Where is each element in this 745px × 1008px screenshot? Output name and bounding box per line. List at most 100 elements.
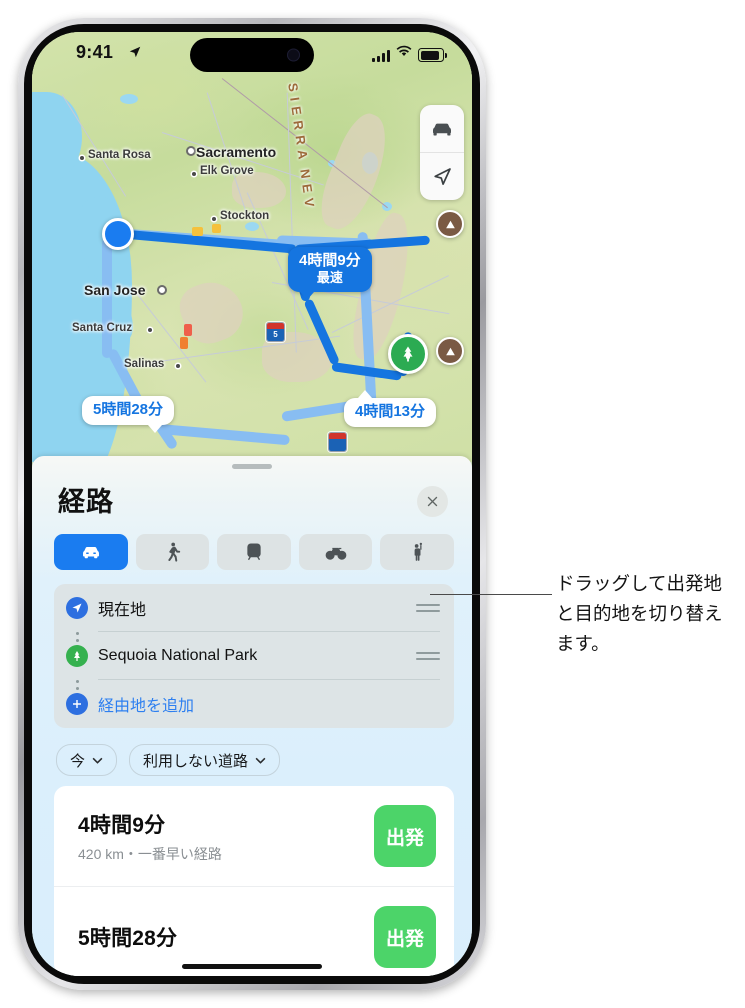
waypoint-label-destination: Sequoia National Park — [98, 647, 258, 664]
mountain-poi-icon[interactable] — [436, 337, 464, 365]
route-details: 420 km・一番早い経路 — [78, 845, 222, 862]
rideshare-person-icon — [414, 542, 423, 561]
cellular-bars-icon — [372, 50, 390, 62]
route-duration: 4時間9分 — [78, 813, 166, 837]
add-stop-row[interactable]: 経由地を追加 — [54, 680, 454, 728]
callout-duration: 4時間9分 — [299, 252, 361, 269]
tab-drive[interactable] — [54, 534, 128, 570]
city-dot — [157, 285, 167, 295]
route-callout-primary[interactable]: 4時間9分 最速 — [288, 247, 372, 300]
departure-time-dropdown[interactable]: 今 — [56, 744, 118, 776]
route-filters[interactable]: 今 利用しない道路 — [56, 744, 281, 776]
route-duration: 5時間28分 — [78, 927, 178, 950]
city-dot — [176, 364, 180, 368]
wifi-icon — [396, 44, 412, 62]
callout-tail — [300, 292, 314, 300]
park-tree-icon — [66, 645, 88, 667]
mountain-poi-icon[interactable] — [436, 210, 464, 238]
map-lake — [245, 222, 259, 231]
sheet-grabber[interactable] — [232, 464, 272, 469]
annotation-text: ドラッグして出発地と目的地を切り替えます。 — [556, 573, 723, 654]
waypoint-list[interactable]: 現在地 Sequoia National Park 経由地を追加 — [54, 584, 454, 728]
route-callout-alt-1[interactable]: 4時間13分 — [344, 390, 437, 427]
add-stop-label: 経由地を追加 — [98, 698, 195, 715]
chevron-down-icon — [255, 757, 266, 764]
callout-note: 最速 — [316, 270, 343, 285]
car-icon — [433, 123, 451, 135]
annotation-leader-line — [430, 594, 552, 596]
shield-number — [329, 439, 346, 451]
city-dot — [192, 172, 196, 176]
car-mode-button[interactable] — [420, 105, 464, 152]
navigation-arrow-icon — [434, 167, 451, 185]
map-traffic-marker — [192, 227, 203, 236]
recenter-button[interactable] — [420, 152, 464, 200]
map-controls[interactable] — [420, 105, 464, 200]
departure-time-label: 今 — [70, 752, 86, 770]
train-icon — [247, 543, 261, 561]
car-icon — [82, 547, 99, 559]
map-label-elk-grove: Elk Grove — [200, 165, 254, 177]
map-label-stockton: Stockton — [220, 210, 270, 222]
tab-rideshare[interactable] — [380, 534, 454, 570]
tab-cycle[interactable] — [298, 534, 373, 570]
tab-transit[interactable] — [217, 534, 291, 570]
go-button[interactable]: 出発 — [374, 906, 436, 968]
route-card[interactable]: 5時間28分 出発 — [54, 886, 454, 976]
location-arrow-icon — [128, 45, 142, 64]
drag-handle-origin[interactable] — [416, 604, 440, 612]
phone-frame: 5 S I E R R A N E V Santa Rosa Sacrament… — [18, 18, 486, 990]
route-card-text: 5時間28分 — [78, 922, 374, 952]
phone-screen: 5 S I E R R A N E V Santa Rosa Sacrament… — [32, 32, 472, 976]
waypoint-row-origin[interactable]: 現在地 — [54, 584, 454, 632]
front-camera-icon — [287, 48, 300, 62]
page-title: 経路 — [58, 487, 114, 517]
map-label-santa-rosa: Santa Rosa — [88, 149, 151, 161]
route-options-list[interactable]: 4時間9分 420 km・一番早い経路 出発 5時間28分 出発 — [54, 786, 454, 976]
highway-shield-bottom — [328, 432, 347, 452]
map-mountain-shade — [232, 172, 286, 208]
status-indicators — [372, 44, 447, 62]
current-location-icon — [66, 597, 88, 619]
callout-tail — [148, 425, 163, 433]
destination-park-pin[interactable] — [388, 334, 428, 374]
go-button[interactable]: 出発 — [374, 805, 436, 867]
map-lake — [120, 94, 138, 104]
shield-number: 5 — [267, 329, 284, 341]
plus-icon — [66, 693, 88, 715]
map-label-santa-cruz: Santa Cruz — [72, 322, 133, 334]
city-dot — [212, 217, 216, 221]
bicycle-icon — [325, 547, 346, 560]
map-traffic-marker — [212, 224, 221, 233]
highway-shield-i5: 5 — [266, 322, 285, 342]
callout-duration: 5時間28分 — [93, 401, 164, 418]
screenshot-root: 5 S I E R R A N E V Santa Rosa Sacrament… — [0, 0, 745, 1008]
route-callout-alt-2[interactable]: 5時間28分 — [82, 396, 175, 433]
map-view[interactable]: 5 S I E R R A N E V Santa Rosa Sacrament… — [32, 32, 472, 462]
transport-mode-tabs[interactable] — [54, 534, 454, 570]
map-label-san-jose: San Jose — [84, 282, 146, 298]
dynamic-island — [190, 38, 314, 72]
mountain-icon — [445, 347, 455, 355]
drag-handle-destination[interactable] — [416, 652, 440, 660]
status-bar: 9:41 — [32, 32, 472, 78]
tree-icon — [403, 346, 413, 362]
current-location-dot — [102, 218, 134, 250]
route-card-text: 4時間9分 420 km・一番早い経路 — [78, 809, 374, 864]
map-traffic-marker — [184, 324, 192, 336]
city-dot — [148, 328, 152, 332]
map-route-alt[interactable] — [102, 238, 112, 358]
close-icon — [427, 496, 438, 507]
route-card[interactable]: 4時間9分 420 km・一番早い経路 出発 — [54, 786, 454, 886]
callout-tail — [358, 390, 372, 398]
tab-walk[interactable] — [135, 534, 210, 570]
directions-sheet: 経路 現在地 Sequoia National Park 経由地を追加 今 利用… — [32, 456, 472, 976]
waypoint-row-destination[interactable]: Sequoia National Park — [54, 632, 454, 680]
callout-duration: 4時間13分 — [355, 403, 426, 420]
home-indicator[interactable] — [182, 964, 322, 969]
battery-full-icon — [418, 48, 447, 62]
waypoint-label-origin: 現在地 — [98, 602, 147, 619]
close-button[interactable] — [417, 486, 448, 517]
avoid-roads-dropdown[interactable]: 利用しない道路 — [129, 744, 281, 776]
status-time: 9:41 — [76, 42, 114, 62]
